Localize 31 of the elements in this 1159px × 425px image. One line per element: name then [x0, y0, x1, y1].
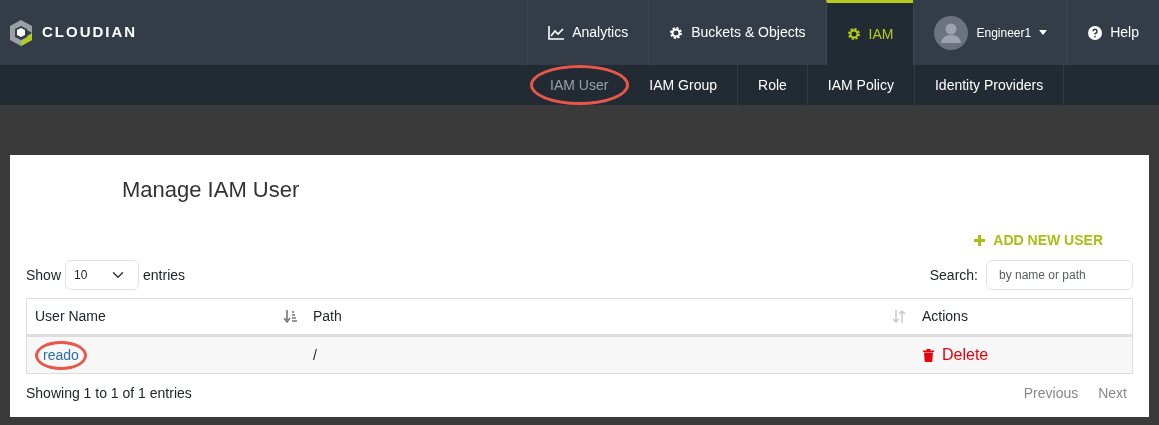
gear-icon	[846, 27, 861, 41]
column-header[interactable]: User Name	[27, 306, 305, 328]
sub-tab[interactable]: IAM Group	[629, 65, 739, 105]
gear-icon	[669, 25, 684, 40]
search-label: Search:	[929, 265, 978, 285]
sub-tab[interactable]: IAM Policy	[807, 65, 915, 105]
chart-icon	[548, 25, 565, 40]
entries-label: entries	[143, 265, 186, 285]
delete-button[interactable]: Delete	[922, 342, 990, 369]
nav-tab[interactable]: IAM	[825, 0, 914, 65]
logo-icon	[8, 18, 34, 47]
plus-icon	[974, 235, 986, 247]
column-header[interactable]: Path	[305, 306, 914, 328]
user-link[interactable]: reado	[35, 340, 87, 370]
brand-name: CLOUDIAN	[42, 22, 138, 43]
avatar-icon	[934, 15, 969, 50]
trash-icon	[923, 348, 934, 362]
table-info: Showing 1 to 1 of 1 entries	[26, 384, 192, 404]
sort-icon	[893, 310, 906, 324]
table-cell: /	[313, 346, 317, 363]
sub-tab[interactable]: Role	[738, 65, 808, 105]
sort-descending-icon	[284, 310, 297, 324]
show-label: Show	[26, 265, 62, 285]
search-field[interactable]: by name or path	[986, 260, 1133, 291]
sub-tab[interactable]: Identity Providers	[914, 65, 1065, 105]
sub-tab[interactable]: IAM User	[530, 65, 630, 105]
help-icon	[1088, 25, 1103, 40]
page-title: Manage IAM User	[121, 176, 301, 204]
caret-icon	[1039, 30, 1048, 35]
page-size-select[interactable]: 10	[65, 260, 140, 291]
column-header[interactable]: Actions	[914, 306, 1132, 328]
